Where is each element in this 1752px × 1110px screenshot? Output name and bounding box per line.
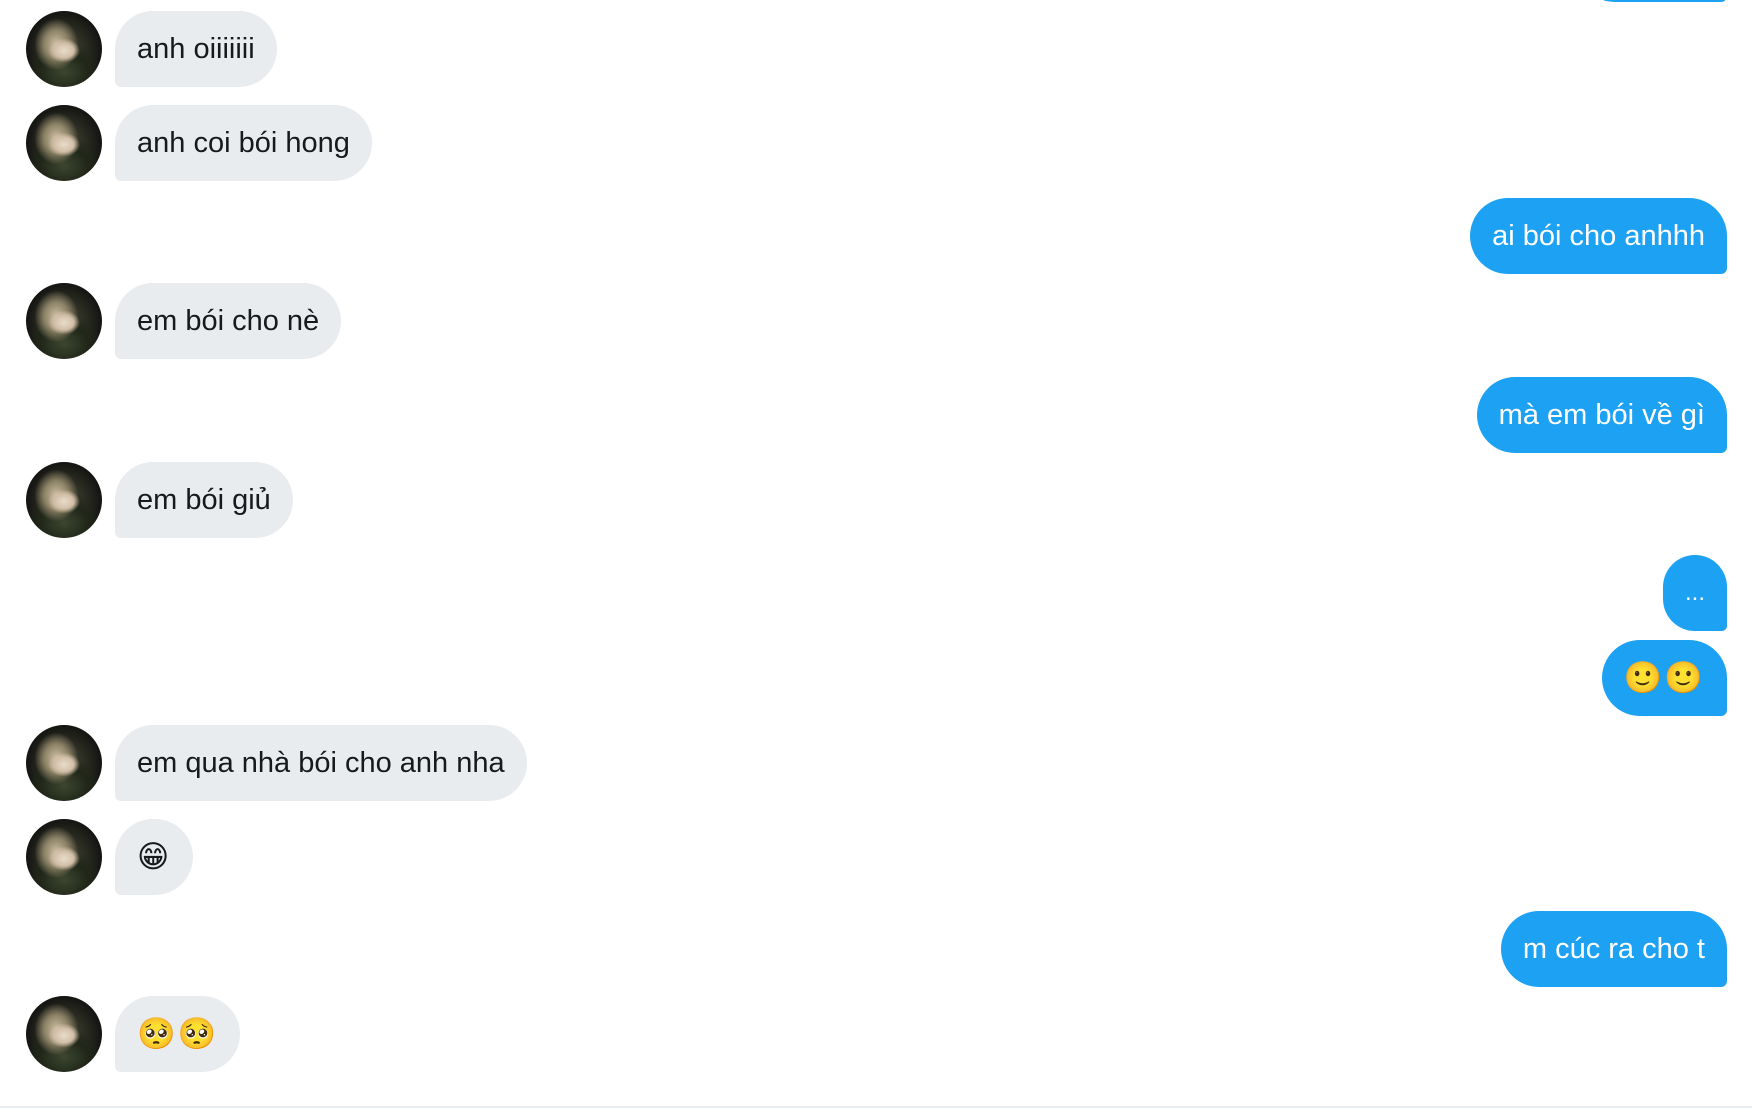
contact-avatar[interactable]: [26, 996, 102, 1072]
incoming-message-bubble[interactable]: anh oiiiiiii: [115, 11, 277, 87]
outgoing-message-bubble[interactable]: m cúc ra cho t: [1500, 911, 1727, 987]
incoming-message-bubble[interactable]: em bói giủ: [115, 462, 293, 538]
contact-avatar[interactable]: [26, 725, 102, 801]
contact-avatar[interactable]: [26, 819, 102, 895]
outgoing-message-bubble[interactable]: mà em bói về gì: [1476, 377, 1727, 453]
message-row-incoming: anh coi bói hong: [0, 105, 1752, 181]
message-row-incoming: anh oiiiiiii: [0, 11, 1752, 87]
incoming-message-bubble[interactable]: 🥺🥺: [115, 996, 241, 1072]
message-row-outgoing: ai bói cho anhhh: [0, 198, 1752, 274]
incoming-message-bubble[interactable]: anh coi bói hong: [115, 105, 372, 181]
incoming-message-bubble[interactable]: em qua nhà bói cho anh nha: [115, 725, 527, 801]
message-row-incoming: 😁: [0, 819, 1752, 895]
message-row-incoming: em bói giủ: [0, 462, 1752, 538]
outgoing-message-bubble[interactable]: ...: [1662, 555, 1727, 631]
message-row-outgoing: m cúc ra cho t: [0, 911, 1752, 987]
contact-avatar[interactable]: [26, 105, 102, 181]
composer-divider: [0, 1106, 1752, 1108]
contact-avatar[interactable]: [26, 462, 102, 538]
message-thread[interactable]: anh oiiiiiii anh coi bói hong ai bói cho…: [0, 0, 1752, 1110]
outgoing-message-bubble[interactable]: ai bói cho anhhh: [1470, 198, 1727, 274]
message-row-incoming: em bói cho nè: [0, 283, 1752, 359]
outgoing-message-bubble[interactable]: 🙂🙂: [1601, 640, 1727, 716]
message-row-outgoing: 🙂🙂: [0, 640, 1752, 716]
previous-outgoing-message: [1577, 0, 1727, 2]
message-row-outgoing: mà em bói về gì: [0, 377, 1752, 453]
contact-avatar[interactable]: [26, 283, 102, 359]
message-row-incoming: 🥺🥺: [0, 996, 1752, 1072]
contact-avatar[interactable]: [26, 11, 102, 87]
message-row-outgoing: ...: [0, 555, 1752, 631]
incoming-message-bubble[interactable]: 😁: [115, 819, 194, 895]
incoming-message-bubble[interactable]: em bói cho nè: [115, 283, 342, 359]
message-row-incoming: em qua nhà bói cho anh nha: [0, 725, 1752, 801]
